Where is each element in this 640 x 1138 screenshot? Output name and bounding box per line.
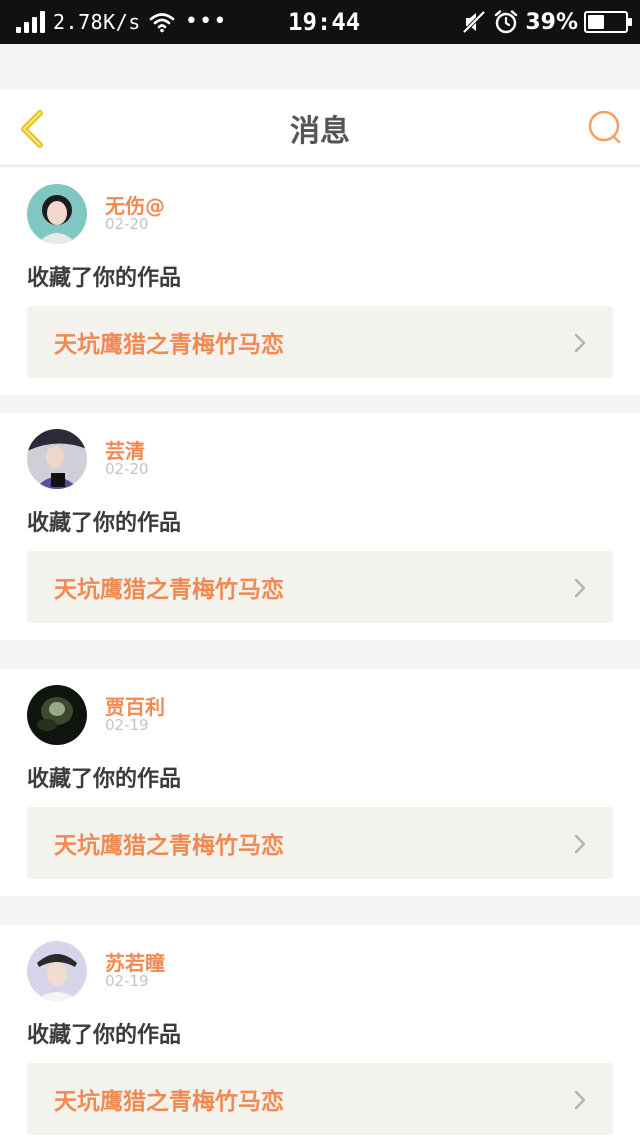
work-title: 天坑鹰猎之青梅竹马恋 bbox=[54, 833, 284, 859]
status-bar: 2.78K/s ••• 19:44 39% bbox=[0, 0, 640, 44]
work-link[interactable]: 天坑鹰猎之青梅竹马恋 bbox=[27, 1063, 613, 1135]
message-date: 02-19 bbox=[105, 716, 149, 734]
avatar[interactable] bbox=[27, 685, 87, 745]
work-link[interactable]: 天坑鹰猎之青梅竹马恋 bbox=[27, 551, 613, 623]
message-date: 02-20 bbox=[105, 215, 149, 233]
search-button[interactable] bbox=[586, 109, 624, 147]
avatar[interactable] bbox=[27, 429, 87, 489]
message-card: 贾百利 02-19 收藏了你的作品 天坑鹰猎之青梅竹马恋 bbox=[0, 669, 640, 896]
work-link[interactable]: 天坑鹰猎之青梅竹马恋 bbox=[27, 807, 613, 879]
net-speed: 2.78K/s bbox=[53, 10, 141, 34]
action-text: 收藏了你的作品 bbox=[27, 1023, 182, 1048]
message-date: 02-20 bbox=[105, 460, 149, 478]
wifi-icon bbox=[149, 13, 175, 33]
battery-percent: 39% bbox=[525, 9, 578, 35]
search-icon bbox=[588, 110, 621, 144]
signal-icon bbox=[16, 11, 45, 33]
message-card: 无伤@ 02-20 收藏了你的作品 天坑鹰猎之青梅竹马恋 bbox=[0, 168, 640, 395]
alarm-icon bbox=[495, 10, 518, 34]
chevron-right-icon bbox=[574, 1090, 586, 1110]
action-text: 收藏了你的作品 bbox=[27, 266, 182, 291]
avatar[interactable] bbox=[27, 184, 87, 244]
avatar[interactable] bbox=[27, 941, 87, 1001]
work-link[interactable]: 天坑鹰猎之青梅竹马恋 bbox=[27, 306, 613, 378]
action-text: 收藏了你的作品 bbox=[27, 767, 182, 792]
chevron-right-icon bbox=[574, 333, 586, 353]
work-title: 天坑鹰猎之青梅竹马恋 bbox=[54, 332, 284, 358]
more-dots: ••• bbox=[184, 9, 228, 34]
action-text: 收藏了你的作品 bbox=[27, 511, 182, 536]
status-time: 19:44 bbox=[288, 8, 361, 36]
page-title: 消息 bbox=[290, 113, 350, 149]
message-card: 苏若瞳 02-19 收藏了你的作品 天坑鹰猎之青梅竹马恋 bbox=[0, 925, 640, 1138]
mute-icon bbox=[462, 10, 486, 34]
chevron-right-icon bbox=[574, 578, 586, 598]
work-title: 天坑鹰猎之青梅竹马恋 bbox=[54, 577, 284, 603]
battery-icon bbox=[584, 11, 632, 33]
message-card: 芸清 02-20 收藏了你的作品 天坑鹰猎之青梅竹马恋 bbox=[0, 413, 640, 640]
chevron-right-icon bbox=[574, 834, 586, 854]
header-bar: 消息 bbox=[0, 89, 640, 166]
work-title: 天坑鹰猎之青梅竹马恋 bbox=[54, 1089, 284, 1115]
message-date: 02-19 bbox=[105, 972, 149, 990]
